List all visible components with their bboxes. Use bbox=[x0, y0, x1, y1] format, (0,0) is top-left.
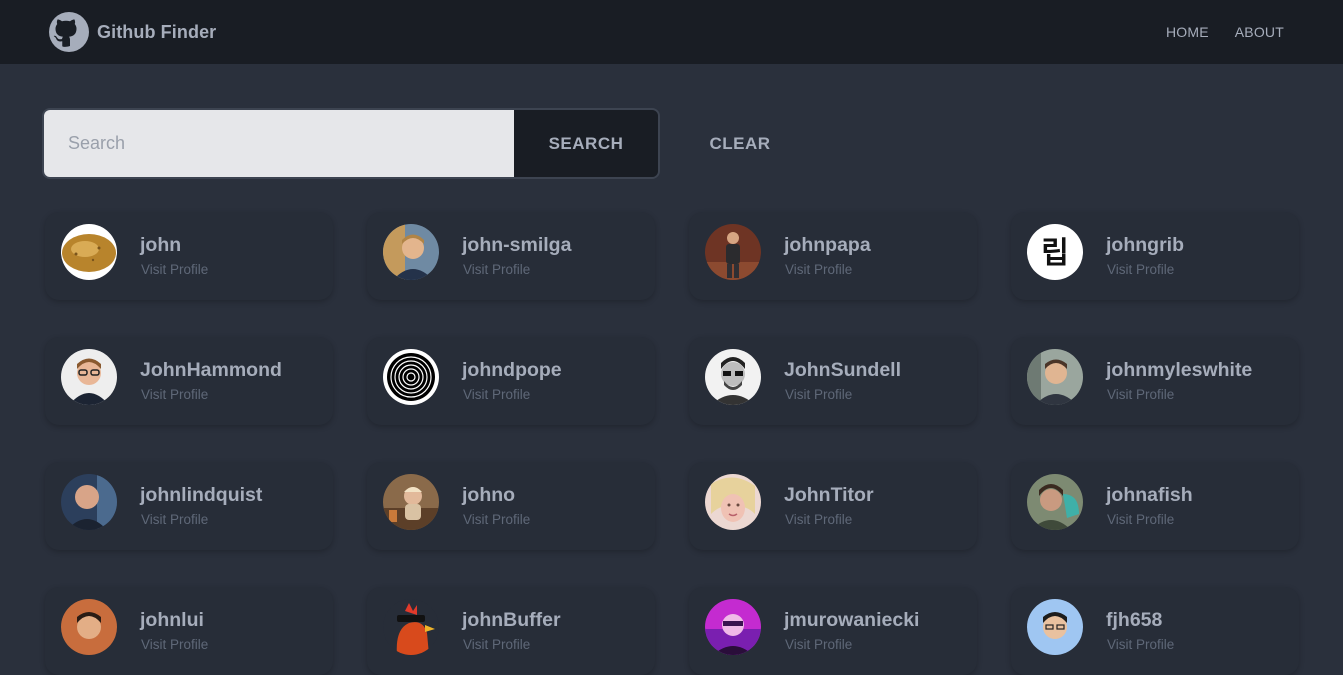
brand[interactable]: Github Finder bbox=[49, 12, 216, 52]
user-login: jmurowaniecki bbox=[784, 609, 920, 631]
clear-button[interactable]: CLEAR bbox=[690, 108, 790, 179]
user-card[interactable]: johno Visit Profile bbox=[367, 462, 655, 550]
avatar bbox=[61, 224, 117, 280]
navbar: Github Finder HOME ABOUT bbox=[0, 0, 1343, 64]
avatar bbox=[705, 349, 761, 405]
visit-profile-link[interactable]: Visit Profile bbox=[1107, 387, 1174, 402]
avatar bbox=[383, 599, 439, 655]
user-card[interactable]: fjh658 Visit Profile bbox=[1011, 587, 1299, 675]
user-login: johngrib bbox=[1106, 234, 1184, 256]
avatar bbox=[1027, 349, 1083, 405]
nav-links: HOME ABOUT bbox=[1152, 0, 1296, 64]
avatar bbox=[705, 599, 761, 655]
user-card[interactable]: 립 johngrib Visit Profile bbox=[1011, 212, 1299, 300]
visit-profile-link[interactable]: Visit Profile bbox=[785, 512, 852, 527]
user-card[interactable]: JohnSundell Visit Profile bbox=[689, 337, 977, 425]
user-card[interactable]: johnpapa Visit Profile bbox=[689, 212, 977, 300]
user-login: johnpapa bbox=[784, 234, 871, 256]
user-login: johnlui bbox=[140, 609, 204, 631]
user-card[interactable]: johnBuffer Visit Profile bbox=[367, 587, 655, 675]
user-results-grid: john Visit Profile john-smilga Visit Pro… bbox=[45, 212, 1300, 675]
avatar bbox=[61, 349, 117, 405]
avatar bbox=[705, 474, 761, 530]
user-card[interactable]: johnlindquist Visit Profile bbox=[45, 462, 333, 550]
user-login: fjh658 bbox=[1106, 609, 1163, 631]
nav-about-link[interactable]: ABOUT bbox=[1223, 16, 1296, 48]
visit-profile-link[interactable]: Visit Profile bbox=[463, 512, 530, 527]
search-form: SEARCH bbox=[42, 108, 660, 179]
avatar bbox=[705, 224, 761, 280]
visit-profile-link[interactable]: Visit Profile bbox=[463, 262, 530, 277]
user-card[interactable]: johndpope Visit Profile bbox=[367, 337, 655, 425]
search-button[interactable]: SEARCH bbox=[514, 110, 658, 177]
user-login: john bbox=[140, 234, 182, 256]
avatar bbox=[383, 224, 439, 280]
user-login: JohnHammond bbox=[140, 359, 282, 381]
avatar bbox=[61, 474, 117, 530]
visit-profile-link[interactable]: Visit Profile bbox=[785, 637, 852, 652]
user-card[interactable]: jmurowaniecki Visit Profile bbox=[689, 587, 977, 675]
user-login: johndpope bbox=[462, 359, 562, 381]
user-login: JohnTitor bbox=[784, 484, 874, 506]
visit-profile-link[interactable]: Visit Profile bbox=[141, 387, 208, 402]
avatar bbox=[383, 349, 439, 405]
visit-profile-link[interactable]: Visit Profile bbox=[1107, 512, 1174, 527]
visit-profile-link[interactable]: Visit Profile bbox=[463, 637, 530, 652]
avatar bbox=[1027, 599, 1083, 655]
user-card[interactable]: john-smilga Visit Profile bbox=[367, 212, 655, 300]
user-card[interactable]: john Visit Profile bbox=[45, 212, 333, 300]
user-login: johno bbox=[462, 484, 516, 506]
user-card[interactable]: johnlui Visit Profile bbox=[45, 587, 333, 675]
user-card[interactable]: JohnHammond Visit Profile bbox=[45, 337, 333, 425]
svg-text:립: 립 bbox=[1041, 236, 1069, 271]
visit-profile-link[interactable]: Visit Profile bbox=[141, 512, 208, 527]
visit-profile-link[interactable]: Visit Profile bbox=[1107, 637, 1174, 652]
user-login: johnmyleswhite bbox=[1106, 359, 1253, 381]
visit-profile-link[interactable]: Visit Profile bbox=[141, 637, 208, 652]
user-card[interactable]: johnafish Visit Profile bbox=[1011, 462, 1299, 550]
user-card[interactable]: JohnTitor Visit Profile bbox=[689, 462, 977, 550]
visit-profile-link[interactable]: Visit Profile bbox=[1107, 262, 1174, 277]
app-title: Github Finder bbox=[97, 21, 217, 42]
avatar bbox=[383, 474, 439, 530]
avatar bbox=[1027, 474, 1083, 530]
user-login: johnlindquist bbox=[140, 484, 263, 506]
search-input[interactable] bbox=[44, 110, 514, 177]
visit-profile-link[interactable]: Visit Profile bbox=[463, 387, 530, 402]
visit-profile-link[interactable]: Visit Profile bbox=[785, 387, 852, 402]
user-login: johnBuffer bbox=[462, 609, 561, 631]
visit-profile-link[interactable]: Visit Profile bbox=[141, 262, 208, 277]
user-login: johnafish bbox=[1106, 484, 1193, 506]
visit-profile-link[interactable]: Visit Profile bbox=[785, 262, 852, 277]
avatar bbox=[61, 599, 117, 655]
github-octocat-icon bbox=[49, 12, 89, 52]
avatar: 립 bbox=[1027, 224, 1083, 280]
user-login: john-smilga bbox=[462, 234, 572, 256]
user-login: JohnSundell bbox=[784, 359, 901, 381]
nav-home-link[interactable]: HOME bbox=[1154, 16, 1221, 48]
user-card[interactable]: johnmyleswhite Visit Profile bbox=[1011, 337, 1299, 425]
